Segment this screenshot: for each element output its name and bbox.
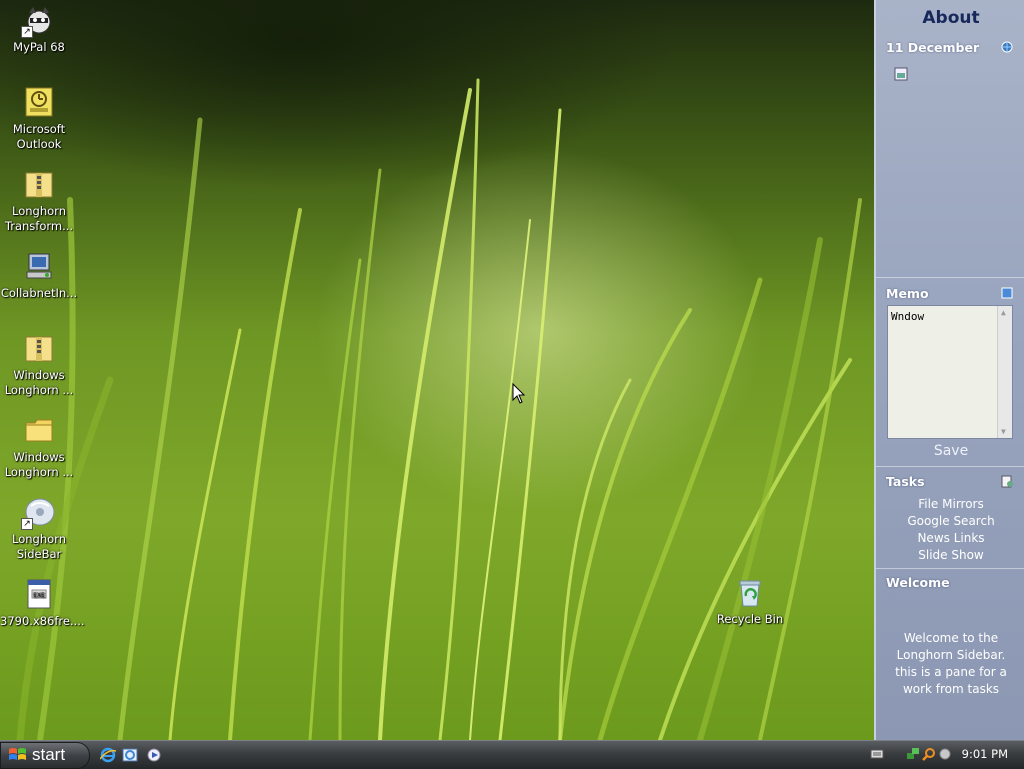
desktop-icon-label: MyPal 68 — [13, 40, 65, 54]
taskbar: start 9:01 PM — [0, 740, 1024, 769]
divider — [876, 277, 1024, 278]
desktop-icon-outlook[interactable]: Microsoft Outlook — [0, 86, 78, 152]
globe-icon[interactable] — [1000, 40, 1014, 54]
clock[interactable]: 9:01 PM — [962, 747, 1008, 761]
picture-icon[interactable] — [894, 67, 908, 81]
desktop-icon-longhorn-transform[interactable]: Longhorn Transform... — [0, 168, 78, 234]
desktop-icon-label: 3790.x86fre.... — [0, 614, 85, 628]
keyboard-icon[interactable] — [870, 748, 884, 760]
desktop-icon-label: Microsoft Outlook — [12, 122, 66, 151]
divider — [876, 466, 1024, 467]
longhorn-sidebar: About 11 December Memo Wndow ▲ ▼ Save Ta… — [874, 0, 1024, 740]
desktop-icon-recycle-bin[interactable]: Recycle Bin — [711, 576, 789, 627]
desktop-wallpaper — [0, 0, 874, 740]
memo-scrollbar[interactable]: ▲ ▼ — [997, 306, 1012, 438]
desktop-icon-mypal[interactable]: ↗ MyPal 68 — [0, 4, 78, 55]
memo-text: Wndow — [891, 310, 925, 323]
desktop-icon-windows-longhorn-zip[interactable]: Windows Longhorn ... — [0, 332, 78, 398]
task-link-news-links[interactable]: News Links — [876, 531, 1024, 545]
network-icon[interactable] — [906, 747, 920, 761]
raccoon-app-icon: ↗ — [21, 4, 55, 38]
tasks-options-icon[interactable] — [1000, 474, 1014, 488]
browser-icon[interactable] — [122, 747, 138, 763]
welcome-text: Welcome to the Longhorn Sidebar. this is… — [895, 631, 1007, 696]
ie-icon[interactable] — [100, 747, 116, 763]
folder-icon — [23, 414, 55, 446]
zip-folder-icon — [23, 168, 55, 200]
volume-icon[interactable] — [938, 747, 952, 761]
search-icon[interactable] — [922, 747, 936, 761]
zip-folder-icon — [23, 332, 55, 364]
save-button[interactable]: Save — [876, 443, 1024, 459]
tasks-label: Tasks — [886, 474, 925, 489]
date-label: 11 December — [886, 40, 980, 55]
desktop-icon-label: Longhorn Transform... — [4, 204, 74, 233]
desktop-icon-label: CollabnetIn... — [0, 286, 78, 300]
document-icon: EXE — [23, 578, 55, 610]
memo-label: Memo — [886, 286, 929, 301]
start-button[interactable]: start — [0, 742, 90, 769]
task-link-slide-show[interactable]: Slide Show — [876, 548, 1024, 562]
desktop-icon-label: Longhorn SideBar — [12, 532, 66, 561]
welcome-label: Welcome — [886, 575, 950, 590]
svg-text:EXE: EXE — [33, 592, 45, 599]
task-link-file-mirrors[interactable]: File Mirrors — [876, 497, 1024, 511]
installer-icon — [23, 250, 55, 282]
outlook-icon — [23, 86, 55, 118]
desktop-icon-longhorn-sidebar[interactable]: ↗ Longhorn SideBar — [0, 496, 78, 562]
memo-options-icon[interactable] — [1000, 286, 1014, 300]
mouse-cursor-icon — [512, 383, 526, 404]
divider — [876, 568, 1024, 569]
memo-textarea[interactable]: Wndow ▲ ▼ — [887, 305, 1013, 439]
desktop-icon-label: Recycle Bin — [716, 612, 784, 626]
grass-image — [16, 78, 862, 740]
desktop-icon-windows-longhorn-folder[interactable]: Windows Longhorn ... — [0, 414, 78, 480]
start-label: start — [32, 745, 66, 764]
windows-logo-icon — [9, 748, 26, 760]
sidebar-title: About — [922, 8, 980, 28]
desktop-icon-label: Windows Longhorn ... — [4, 368, 74, 397]
task-link-google-search[interactable]: Google Search — [876, 514, 1024, 528]
desktop-icon-3790[interactable]: EXE 3790.x86fre.... — [0, 578, 85, 629]
media-player-icon[interactable] — [146, 747, 162, 763]
system-tray: 9:01 PM — [864, 743, 1024, 767]
desktop-icon-collabnet[interactable]: CollabnetIn... — [0, 250, 78, 301]
recycle-bin-icon — [734, 576, 766, 608]
desktop-icon-label: Windows Longhorn ... — [4, 450, 74, 479]
disc-icon: ↗ — [21, 496, 55, 530]
